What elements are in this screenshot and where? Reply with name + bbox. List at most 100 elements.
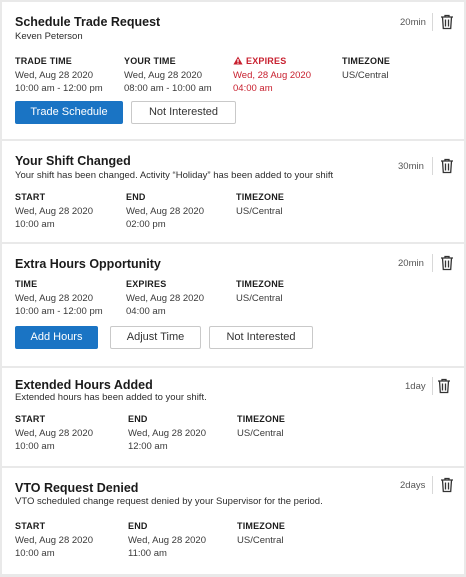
column-start: START Wed, Aug 28 2020 10:00 am: [15, 414, 93, 453]
divider: [432, 13, 433, 31]
column-value: US/Central: [342, 69, 390, 82]
column-value: US/Central: [236, 292, 284, 305]
time-ago: 30min: [398, 161, 424, 172]
card-subtitle: VTO scheduled change request denied by y…: [15, 496, 323, 507]
column-timezone: TIMEZONE US/Central: [237, 414, 285, 440]
value-timezone: US/Central: [342, 70, 389, 81]
trash-icon[interactable]: [440, 158, 454, 174]
value-time: 11:00 am: [128, 548, 167, 559]
adjust-time-button[interactable]: Adjust Time: [110, 326, 201, 349]
trash-icon[interactable]: [440, 477, 454, 493]
column-value: Wed, Aug 28 2020 11:00 am: [128, 534, 206, 560]
column-label: START: [15, 192, 46, 202]
divider: [432, 377, 433, 395]
column-your-time: YOUR TIME Wed, Aug 28 2020 08:00 am - 10…: [124, 56, 212, 95]
column-label: TIMEZONE: [236, 192, 285, 202]
value-timezone: US/Central: [236, 293, 283, 304]
time-ago: 2days: [400, 480, 426, 491]
column-end: END Wed, Aug 28 2020 02:00 pm: [126, 192, 204, 231]
notification-card-vto-denied: VTO Request Denied VTO scheduled change …: [2, 468, 464, 574]
value-date: Wed, Aug 28 2020: [15, 428, 93, 439]
value-timezone: US/Central: [237, 428, 284, 439]
column-label: EXPIRES: [126, 279, 167, 289]
column-label: END: [128, 521, 148, 531]
time-ago: 20min: [398, 258, 424, 269]
column-timezone: TIMEZONE US/Central: [342, 56, 390, 82]
value-date: Wed, 28 Aug 2020: [233, 70, 311, 81]
value-time: 10:00 am - 12:00 pm: [15, 306, 103, 317]
not-interested-button[interactable]: Not Interested: [131, 101, 236, 124]
value-date: Wed, Aug 28 2020: [128, 428, 206, 439]
divider: [432, 157, 433, 175]
column-label: TIME: [15, 279, 38, 289]
column-label: START: [15, 521, 46, 531]
value-time: 08:00 am - 10:00 am: [124, 83, 212, 94]
column-value: Wed, Aug 28 2020 04:00 am: [126, 292, 204, 318]
trade-schedule-button[interactable]: Trade Schedule: [15, 101, 123, 124]
column-trade-time: TRADE TIME Wed, Aug 28 2020 10:00 am - 1…: [15, 56, 103, 95]
column-value: US/Central: [236, 205, 284, 218]
value-time: 10:00 am: [15, 219, 55, 230]
not-interested-button[interactable]: Not Interested: [209, 326, 313, 349]
expires-label: EXPIRES: [246, 56, 287, 66]
notification-card-extra-hours: Extra Hours Opportunity 20min TIME Wed, …: [2, 244, 464, 366]
column-value: US/Central: [237, 534, 285, 547]
card-subtitle: Keven Peterson: [15, 31, 83, 42]
column-end: END Wed, Aug 28 2020 11:00 am: [128, 521, 206, 560]
value-date: Wed, Aug 28 2020: [15, 535, 93, 546]
column-end: END Wed, Aug 28 2020 12:00 am: [128, 414, 206, 453]
time-ago: 1day: [405, 381, 426, 392]
column-value: Wed, Aug 28 2020 08:00 am - 10:00 am: [124, 69, 212, 95]
notification-card-shift-changed: Your Shift Changed Your shift has been c…: [2, 141, 464, 242]
column-value: Wed, Aug 28 2020 10:00 am - 12:00 pm: [15, 69, 103, 95]
divider: [432, 476, 433, 494]
value-timezone: US/Central: [237, 535, 284, 546]
value-date: Wed, Aug 28 2020: [126, 293, 204, 304]
notification-card-schedule-trade: Schedule Trade Request Keven Peterson 20…: [2, 2, 464, 139]
card-title: Extra Hours Opportunity: [15, 257, 161, 271]
column-label: TIMEZONE: [236, 279, 285, 289]
card-title: Extended Hours Added: [15, 378, 153, 392]
column-label: END: [126, 192, 146, 202]
column-expires: EXPIRES Wed, 28 Aug 2020 04:00 am: [233, 56, 311, 95]
column-label: START: [15, 414, 46, 424]
column-label: TIMEZONE: [237, 414, 286, 424]
column-value: Wed, Aug 28 2020 10:00 am - 12:00 pm: [15, 292, 103, 318]
card-title: Your Shift Changed: [15, 154, 131, 168]
column-label: TIMEZONE: [342, 56, 391, 66]
card-subtitle: Extended hours has been added to your sh…: [15, 392, 207, 403]
value-date: Wed, Aug 28 2020: [126, 206, 204, 217]
value-date: Wed, Aug 28 2020: [15, 293, 93, 304]
value-timezone: US/Central: [236, 206, 283, 217]
value-date: Wed, Aug 28 2020: [124, 70, 202, 81]
column-value: Wed, Aug 28 2020 10:00 am: [15, 534, 93, 560]
value-date: Wed, Aug 28 2020: [15, 70, 93, 81]
notification-feed: Schedule Trade Request Keven Peterson 20…: [0, 0, 466, 577]
column-label: YOUR TIME: [124, 56, 176, 66]
trash-icon[interactable]: [440, 14, 454, 30]
value-time: 10:00 am: [15, 548, 55, 559]
column-value: Wed, Aug 28 2020 02:00 pm: [126, 205, 204, 231]
column-value: Wed, Aug 28 2020 10:00 am: [15, 427, 93, 453]
column-value: US/Central: [237, 427, 285, 440]
time-ago: 20min: [400, 17, 426, 28]
value-date: Wed, Aug 28 2020: [15, 206, 93, 217]
value-time: 10:00 am - 12:00 pm: [15, 83, 103, 94]
value-time: 04:00 am: [233, 83, 273, 94]
divider: [432, 254, 433, 272]
column-expires: EXPIRES Wed, Aug 28 2020 04:00 am: [126, 279, 204, 318]
column-timezone: TIMEZONE US/Central: [236, 192, 284, 218]
add-hours-button[interactable]: Add Hours: [15, 326, 98, 349]
column-value: Wed, Aug 28 2020 12:00 am: [128, 427, 206, 453]
value-date: Wed, Aug 28 2020: [128, 535, 206, 546]
column-time: TIME Wed, Aug 28 2020 10:00 am - 12:00 p…: [15, 279, 103, 318]
value-time: 02:00 pm: [126, 219, 166, 230]
trash-icon[interactable]: [437, 378, 451, 394]
column-timezone: TIMEZONE US/Central: [236, 279, 284, 305]
column-label: END: [128, 414, 148, 424]
trash-icon[interactable]: [440, 255, 454, 271]
column-timezone: TIMEZONE US/Central: [237, 521, 285, 547]
column-start: START Wed, Aug 28 2020 10:00 am: [15, 192, 93, 231]
card-subtitle: Your shift has been changed. Activity “H…: [15, 170, 334, 181]
value-time: 10:00 am: [15, 441, 55, 452]
